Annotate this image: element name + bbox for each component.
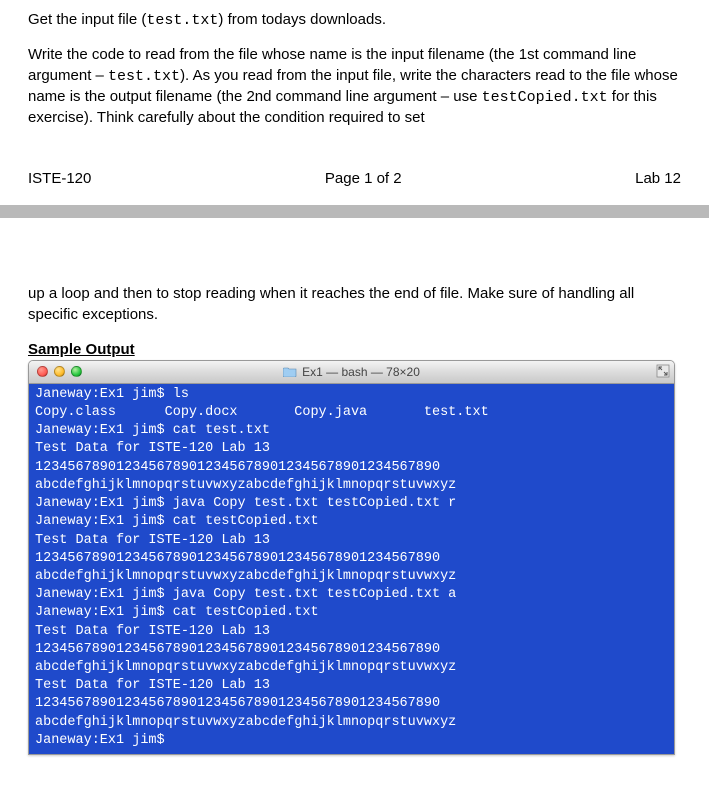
terminal-title: Ex1 — bash — 78×20 [29, 365, 674, 379]
terminal-titlebar: Ex1 — bash — 78×20 [29, 361, 674, 384]
minimize-icon[interactable] [54, 366, 65, 377]
close-icon[interactable] [37, 366, 48, 377]
paragraph-1: Get the input file (test.txt) from today… [28, 10, 681, 31]
text: ) from todays downloads. [218, 11, 386, 28]
zoom-icon[interactable] [71, 366, 82, 377]
code-filename: test.txt [146, 12, 218, 29]
page-divider [0, 205, 709, 218]
sample-output-heading: Sample Output [28, 341, 681, 358]
code-filename: test.txt [108, 68, 180, 85]
instructions-block: Get the input file (test.txt) from today… [28, 10, 681, 128]
page-footer: ISTE-120 Page 1 of 2 Lab 12 [28, 170, 681, 187]
page-top: Get the input file (test.txt) from today… [0, 0, 709, 205]
text: Get the input file ( [28, 11, 146, 28]
page-bottom: up a loop and then to stop reading when … [0, 284, 709, 767]
footer-center: Page 1 of 2 [325, 170, 402, 187]
page-gap [0, 218, 709, 284]
continuation-paragraph: up a loop and then to stop reading when … [28, 284, 681, 325]
terminal-title-text: Ex1 — bash — 78×20 [302, 365, 420, 379]
footer-left: ISTE-120 [28, 170, 91, 187]
window-controls [37, 366, 82, 377]
folder-icon [283, 366, 297, 377]
expand-icon[interactable] [656, 364, 670, 378]
terminal-body[interactable]: Janeway:Ex1 jim$ ls Copy.class Copy.docx… [29, 384, 674, 754]
footer-right: Lab 12 [635, 170, 681, 187]
paragraph-2: Write the code to read from the file who… [28, 45, 681, 128]
code-filename: testCopied.txt [482, 89, 608, 106]
terminal-window: Ex1 — bash — 78×20 Janeway:Ex1 jim$ ls C… [28, 360, 675, 755]
